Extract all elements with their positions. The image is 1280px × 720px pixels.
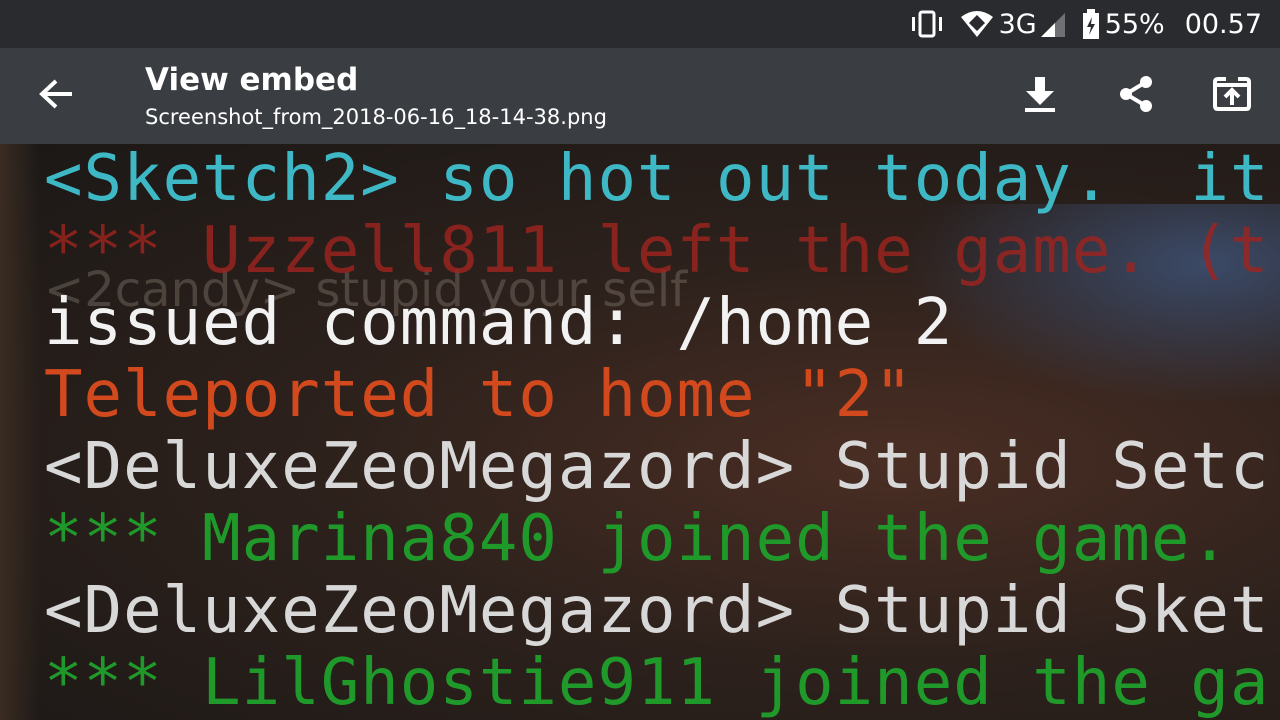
vibrate-icon (909, 9, 945, 39)
back-button[interactable] (24, 72, 88, 120)
file-name: Screenshot_from_2018-06-16_18-14-38.png (145, 105, 607, 129)
open-external-icon (1212, 75, 1252, 117)
chat-line: <Sketch2> so hot out today. it (44, 144, 1270, 216)
signal-icon (1039, 9, 1067, 39)
download-button[interactable] (1012, 72, 1068, 120)
chat-line: *** Marina840 joined the game. (44, 502, 1230, 576)
wifi-icon (959, 9, 995, 39)
open-external-button[interactable] (1204, 72, 1260, 120)
app-bar: View embed Screenshot_from_2018-06-16_18… (0, 48, 1280, 144)
network-type: 3G (998, 8, 1037, 40)
chat-line: issued command: /home 2 (44, 286, 954, 360)
chat-line: <DeluxeZeoMegazord> Stupid Sket (44, 574, 1270, 648)
share-button[interactable] (1108, 72, 1164, 120)
title-block: View embed Screenshot_from_2018-06-16_18… (145, 60, 607, 132)
battery-percent: 55% (1104, 8, 1165, 40)
chat-line: <DeluxeZeoMegazord> Stupid Setc (44, 430, 1270, 504)
page-title: View embed (145, 62, 359, 98)
chat-line: Teleported to home "2" (44, 358, 914, 432)
clock: 00.57 (1184, 8, 1262, 40)
download-icon (1023, 75, 1057, 117)
chat-line: *** Uzzell811 left the game. (t (44, 214, 1270, 288)
embedded-image[interactable]: <2candy> stupid your self <Sketch2> so h… (0, 144, 1280, 720)
chat-line: *** LilGhostie911 joined the ga (44, 646, 1270, 720)
battery-icon (1081, 8, 1101, 40)
back-arrow-icon (38, 78, 74, 114)
status-bar: 3G 55% 00.57 (0, 0, 1280, 48)
share-icon (1116, 74, 1156, 118)
